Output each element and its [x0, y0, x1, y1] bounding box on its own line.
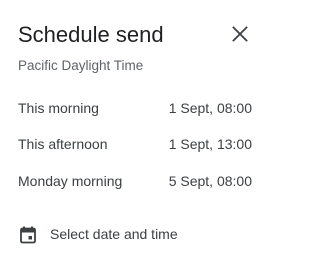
option-this-morning[interactable]: This morning 1 Sept, 08:00 — [0, 91, 275, 127]
close-icon[interactable] — [228, 22, 252, 46]
select-date-time-button[interactable]: Select date and time — [0, 216, 275, 254]
option-label: Monday morning — [18, 173, 123, 189]
divider — [0, 209, 275, 210]
option-time: 5 Sept, 08:00 — [168, 173, 252, 189]
timezone-label: Pacific Daylight Time — [18, 58, 144, 73]
option-time: 1 Sept, 08:00 — [168, 100, 252, 116]
option-monday-morning[interactable]: Monday morning 5 Sept, 08:00 — [0, 164, 275, 200]
option-time: 1 Sept, 13:00 — [168, 136, 252, 152]
option-this-afternoon[interactable]: This afternoon 1 Sept, 13:00 — [0, 127, 275, 163]
calendar-icon — [18, 225, 38, 245]
select-date-time-label: Select date and time — [50, 226, 178, 242]
option-label: This afternoon — [18, 136, 108, 152]
option-label: This morning — [18, 100, 99, 116]
dialog-title: Schedule send — [18, 22, 164, 47]
schedule-send-dialog: Schedule send Pacific Daylight Time This… — [0, 0, 275, 259]
